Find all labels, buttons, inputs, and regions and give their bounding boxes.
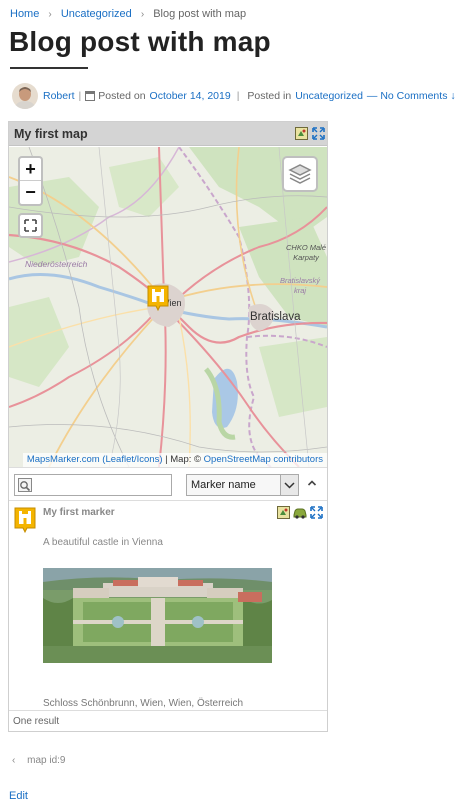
layers-icon bbox=[288, 164, 312, 184]
breadcrumb-separator: › bbox=[48, 9, 52, 20]
map-id-label: map id:9 bbox=[27, 755, 66, 766]
comments-link[interactable]: — No Comments ↓ bbox=[367, 90, 456, 102]
marker-list-controls: Marker name bbox=[9, 467, 327, 501]
map-label-bratislavsky-kraj: Bratislavský kraj bbox=[279, 276, 320, 295]
map-attribution: MapsMarker.com (Leaflet/Icons) | Map: © … bbox=[22, 453, 327, 467]
map-id-nav: ‹ map id:9 bbox=[12, 755, 65, 766]
attribution-separator: | Map: © bbox=[165, 454, 202, 465]
chevron-left-icon[interactable]: ‹ bbox=[12, 755, 15, 766]
author-link[interactable]: Robert bbox=[43, 90, 75, 102]
result-count: One result bbox=[13, 716, 60, 727]
map-canvas[interactable]: Niederösterreich CHKO Malé Karpaty Brati… bbox=[9, 147, 327, 467]
breadcrumb-category-link[interactable]: Uncategorized bbox=[61, 8, 132, 20]
map-widget: My first map Niederösterreich CHKO Malé … bbox=[8, 121, 328, 732]
breadcrumb-separator: › bbox=[140, 9, 145, 20]
sort-select-value: Marker name bbox=[191, 479, 256, 491]
marker-address: Schloss Schönbrunn, Wien, Wien, Österrei… bbox=[43, 698, 244, 709]
map-label-niederosterreich: Niederösterreich bbox=[25, 259, 88, 269]
post-date-link[interactable]: October 14, 2019 bbox=[150, 90, 231, 102]
calendar-icon bbox=[85, 91, 96, 101]
map-title: My first map bbox=[14, 127, 88, 141]
fullscreen-icon[interactable] bbox=[310, 506, 323, 519]
directions-car-icon[interactable] bbox=[293, 507, 307, 519]
posted-on-label: Posted on bbox=[98, 90, 146, 102]
zoom-out-button[interactable]: − bbox=[20, 181, 41, 204]
breadcrumb: Home › Uncategorized › Blog post with ma… bbox=[10, 8, 246, 20]
page-title: Blog post with map bbox=[9, 26, 271, 57]
map-label-bratislava: Bratislava bbox=[250, 311, 301, 323]
fullscreen-expand-icon bbox=[24, 219, 37, 232]
breadcrumb-home-link[interactable]: Home bbox=[10, 8, 39, 20]
zoom-control: + − bbox=[18, 156, 43, 206]
marker-search-input[interactable] bbox=[14, 474, 172, 496]
export-kml-icon[interactable] bbox=[277, 506, 290, 519]
edit-link[interactable]: Edit bbox=[9, 790, 28, 802]
meta-divider: | bbox=[236, 90, 240, 102]
marker-actions bbox=[277, 506, 323, 519]
post-meta: Robert | Posted on October 14, 2019 | Po… bbox=[12, 83, 462, 109]
sort-select[interactable]: Marker name bbox=[186, 474, 299, 496]
map-fullscreen-button[interactable] bbox=[18, 213, 43, 238]
list-item: My first marker A beautiful castle in Vi… bbox=[9, 502, 327, 711]
openstreetmap-link[interactable]: OpenStreetMap contributors bbox=[204, 454, 323, 465]
breadcrumb-current: Blog post with map bbox=[153, 8, 247, 20]
map-header: My first map bbox=[9, 122, 327, 146]
post-category-link[interactable]: Uncategorized bbox=[295, 90, 363, 102]
mapsmarker-link[interactable]: MapsMarker.com (Leaflet/Icons) bbox=[27, 454, 163, 465]
collapse-list-icon[interactable] bbox=[306, 477, 318, 489]
meta-divider: | bbox=[78, 90, 82, 102]
layers-button[interactable] bbox=[282, 156, 318, 192]
posted-in-label: Posted in bbox=[247, 90, 292, 102]
map-label-chko: CHKO Malé Karpaty bbox=[285, 243, 326, 262]
castle-marker-icon[interactable] bbox=[147, 285, 169, 311]
fullscreen-icon[interactable] bbox=[312, 127, 325, 140]
marker-description: A beautiful castle in Vienna bbox=[43, 537, 163, 548]
export-kml-icon[interactable] bbox=[295, 127, 308, 140]
castle-photo[interactable] bbox=[43, 568, 272, 663]
zoom-in-button[interactable]: + bbox=[20, 158, 41, 181]
castle-marker-icon[interactable] bbox=[14, 507, 36, 533]
author-avatar[interactable] bbox=[12, 83, 38, 109]
marker-name-link[interactable]: My first marker bbox=[43, 507, 115, 518]
chevron-down-icon bbox=[280, 475, 298, 495]
search-icon bbox=[18, 478, 32, 492]
title-divider bbox=[10, 67, 88, 69]
